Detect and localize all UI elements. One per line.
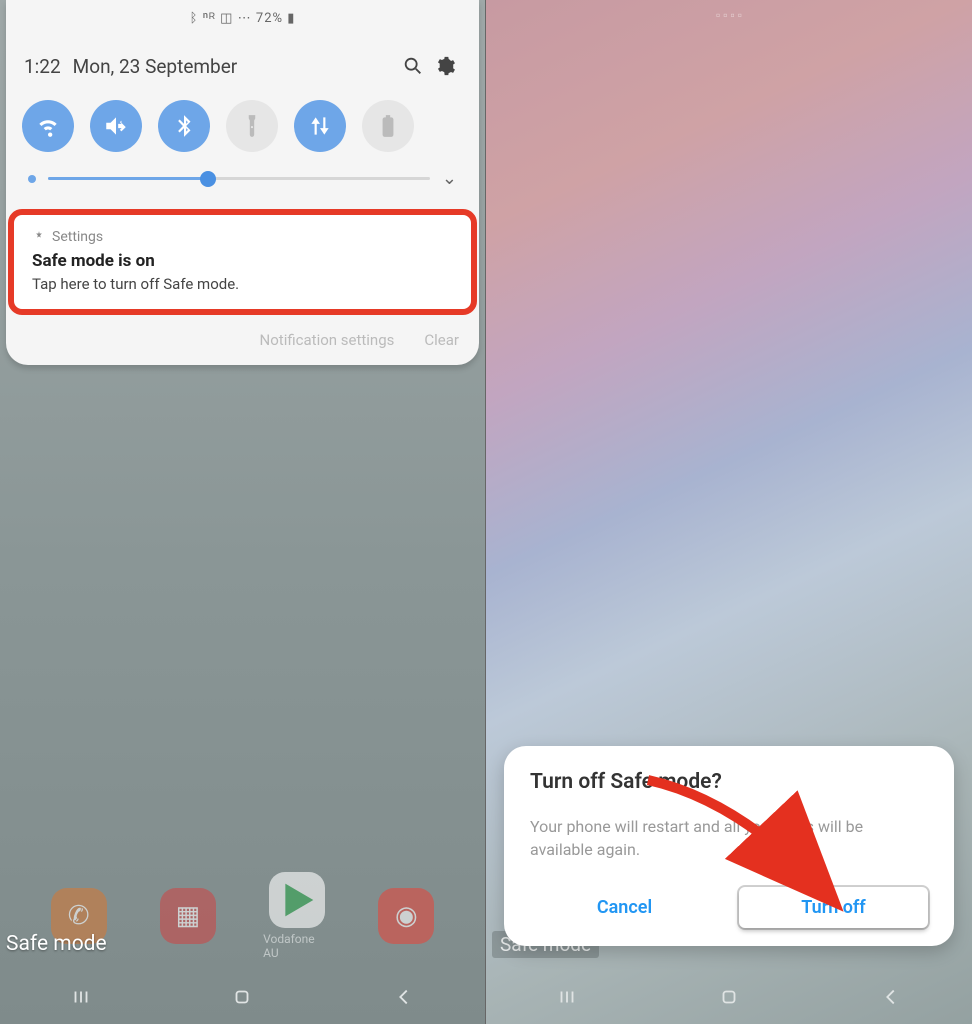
notification-settings-link[interactable]: Notification settings: [260, 331, 395, 349]
safe-mode-badge: Safe mode: [6, 932, 107, 956]
calendar-app[interactable]: ▦: [154, 888, 222, 944]
status-bar: ᛒ ⁿᴿ ◫ ⋯ 72% ▮: [6, 0, 479, 36]
carrier-label: Vodafone AU: [263, 932, 331, 960]
sound-toggle[interactable]: [90, 100, 142, 152]
brightness-slider[interactable]: ⌄: [6, 162, 479, 203]
home-button[interactable]: [222, 977, 262, 1017]
camera-icon: ◉: [378, 888, 434, 944]
notification-source-label: Settings: [52, 229, 103, 245]
wifi-toggle[interactable]: [22, 100, 74, 152]
bluetooth-toggle[interactable]: [158, 100, 210, 152]
back-button[interactable]: [871, 977, 911, 1017]
status-bar: ▫ ▫ ▫ ▫: [486, 8, 972, 22]
safe-mode-notification[interactable]: Settings Safe mode is on Tap here to tur…: [8, 209, 477, 315]
panel-header: 1:22 Mon, 23 September: [6, 36, 479, 90]
recents-button[interactable]: [61, 977, 101, 1017]
nav-bar: [0, 970, 485, 1024]
notification-title: Safe mode is on: [32, 251, 453, 271]
notification-panel: ᛒ ⁿᴿ ◫ ⋯ 72% ▮ 1:22 Mon, 23 September: [6, 0, 479, 365]
dialog-actions: Cancel Turn off: [530, 887, 928, 928]
flashlight-toggle[interactable]: [226, 100, 278, 152]
chevron-down-icon[interactable]: ⌄: [442, 168, 457, 189]
turn-off-safe-mode-dialog: Turn off Safe mode? Your phone will rest…: [504, 746, 954, 946]
dialog-body: Your phone will restart and all your app…: [530, 816, 928, 861]
mobile-data-toggle[interactable]: [294, 100, 346, 152]
home-button[interactable]: [709, 977, 749, 1017]
slider-thumb[interactable]: [200, 171, 216, 187]
date: Mon, 23 September: [73, 55, 397, 78]
play-app[interactable]: Vodafone AU: [263, 872, 331, 960]
quick-toggles: [6, 90, 479, 162]
nav-bar: [486, 970, 972, 1024]
slider-track[interactable]: [48, 177, 430, 180]
back-button[interactable]: [384, 977, 424, 1017]
camera-app[interactable]: ◉: [372, 888, 440, 944]
panel-footer: Notification settings Clear: [6, 319, 479, 355]
calendar-icon: ▦: [160, 888, 216, 944]
right-screenshot: ▫ ▫ ▫ ▫ Safe mode Turn off Safe mode? Yo…: [486, 0, 972, 1024]
recents-button[interactable]: [547, 977, 587, 1017]
dialog-title: Turn off Safe mode?: [530, 770, 928, 794]
clock: 1:22: [24, 55, 61, 78]
gear-icon[interactable]: [429, 50, 461, 82]
status-icons: ᛒ ⁿᴿ ◫ ⋯ 72% ▮: [190, 10, 296, 26]
left-screenshot: ✆ ▦ Vodafone AU ◉ Safe mode ᛒ ⁿᴿ ◫ ⋯ 72%…: [0, 0, 486, 1024]
notification-body: Tap here to turn off Safe mode.: [32, 275, 453, 293]
search-icon[interactable]: [397, 50, 429, 82]
power-saving-toggle[interactable]: [362, 100, 414, 152]
cancel-button[interactable]: Cancel: [530, 887, 719, 928]
play-icon: [269, 872, 325, 928]
brightness-min-icon: [28, 175, 36, 183]
notification-source: Settings: [32, 229, 453, 245]
clear-button[interactable]: Clear: [424, 331, 459, 349]
turn-off-button[interactable]: Turn off: [739, 887, 928, 928]
